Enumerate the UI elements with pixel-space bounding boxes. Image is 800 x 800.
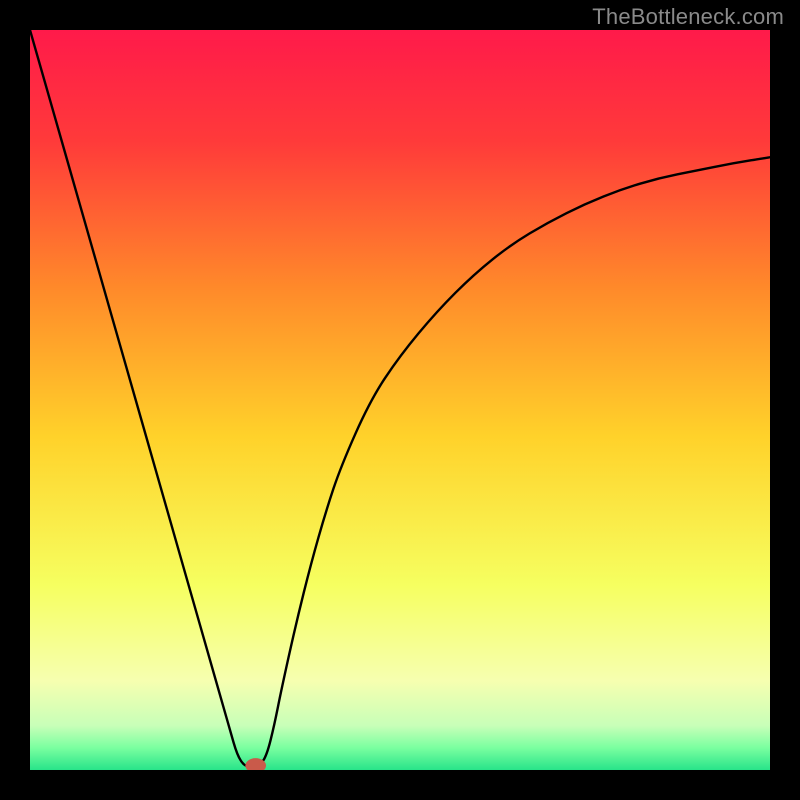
chart-frame: TheBottleneck.com	[0, 0, 800, 800]
watermark-label: TheBottleneck.com	[592, 4, 784, 30]
bottleneck-chart	[30, 30, 770, 770]
gradient-background	[30, 30, 770, 770]
plot-area	[30, 30, 770, 770]
